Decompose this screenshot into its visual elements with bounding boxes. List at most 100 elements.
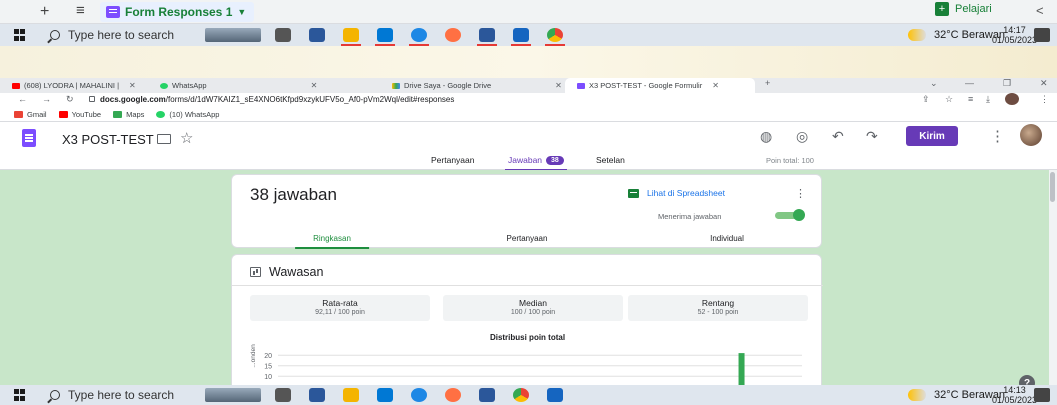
more-vert-icon[interactable]: ⋮ bbox=[990, 127, 1005, 145]
close-icon[interactable]: ✕ bbox=[129, 81, 136, 90]
whatsapp-icon bbox=[156, 110, 166, 118]
tab-search-icon[interactable]: ≡ bbox=[968, 94, 973, 104]
task-view-icon[interactable] bbox=[275, 28, 291, 42]
mail-icon[interactable] bbox=[377, 388, 393, 402]
firefox-icon[interactable] bbox=[445, 388, 461, 402]
bookmark-gmail[interactable]: Gmail bbox=[14, 110, 47, 119]
close-window-icon[interactable]: ✕ bbox=[1040, 78, 1048, 89]
profile-avatar[interactable] bbox=[1005, 93, 1019, 105]
add-sheet-button[interactable]: + bbox=[40, 3, 49, 21]
bookmark-whatsapp[interactable]: (10) WhatsApp bbox=[156, 110, 219, 119]
whatsapp-icon bbox=[160, 82, 168, 89]
sheet-tab-form-responses[interactable]: Form Responses 1 ▼ bbox=[100, 2, 255, 22]
file-explorer-icon[interactable] bbox=[343, 388, 359, 402]
tab-individual[interactable]: Individual bbox=[710, 234, 744, 243]
task-view-icon[interactable] bbox=[275, 388, 291, 402]
all-sheets-button[interactable]: ≡ bbox=[76, 2, 85, 19]
forms-logo-icon[interactable] bbox=[22, 129, 36, 147]
browser-tab[interactable]: WhatsApp ✕ bbox=[148, 78, 317, 93]
insights-chart-icon bbox=[250, 267, 261, 277]
clock[interactable]: 14:17 01/05/2023 bbox=[992, 25, 1037, 45]
firefox-icon[interactable] bbox=[445, 28, 461, 42]
forward-icon[interactable]: → bbox=[42, 94, 51, 104]
download-icon[interactable]: ⤓ bbox=[986, 94, 990, 105]
calculator-icon[interactable] bbox=[309, 388, 325, 402]
bookmark-label: (10) WhatsApp bbox=[169, 109, 220, 119]
share-icon[interactable]: ⇪ bbox=[922, 94, 930, 105]
tab-question[interactable]: Pertanyaan bbox=[507, 234, 548, 243]
file-explorer-icon[interactable] bbox=[341, 28, 361, 46]
learn-label: Pelajari bbox=[955, 3, 992, 15]
more-vert-icon[interactable]: ⋮ bbox=[795, 187, 806, 200]
reload-icon[interactable]: ↻ bbox=[66, 94, 74, 105]
taskbar-search-placeholder: Type here to search bbox=[68, 388, 175, 402]
form-title[interactable]: X3 POST-TEST bbox=[62, 132, 154, 147]
summary-tabs: Ringkasan Pertanyaan Individual bbox=[232, 231, 823, 249]
stat-range: Rentang 52 - 100 poin bbox=[628, 295, 808, 321]
view-in-sheets-label: Lihat di Spreadsheet bbox=[647, 188, 725, 198]
taskbar-search[interactable]: Type here to search bbox=[50, 388, 174, 402]
learn-button[interactable]: + Pelajari bbox=[935, 2, 992, 16]
browser-tab-active[interactable]: X3 POST-TEST - Google Formulir ✕ bbox=[565, 78, 755, 93]
chevron-left-icon[interactable]: < bbox=[1036, 3, 1044, 18]
system-tray: 32°C Berawan bbox=[908, 389, 1005, 401]
bookmark-youtube[interactable]: YouTube bbox=[58, 110, 101, 119]
calculator-icon[interactable] bbox=[309, 28, 325, 42]
tab-responses[interactable]: Jawaban 38 bbox=[505, 155, 567, 171]
tab-settings[interactable]: Setelan bbox=[596, 155, 625, 165]
new-tab-button[interactable]: + bbox=[765, 78, 770, 88]
edge-icon[interactable] bbox=[411, 388, 427, 402]
responses-count-badge: 38 bbox=[546, 155, 564, 165]
browser-tab[interactable]: (608) LYODRA | MAHALINI | ✕ bbox=[0, 78, 136, 93]
notification-icon[interactable] bbox=[1034, 28, 1050, 42]
word-icon[interactable] bbox=[477, 28, 497, 46]
close-icon[interactable]: ✕ bbox=[712, 81, 719, 90]
page-scrollbar[interactable] bbox=[1049, 170, 1057, 385]
tab-questions[interactable]: Pertanyaan bbox=[431, 155, 474, 165]
bookmark-maps[interactable]: Maps bbox=[113, 110, 144, 119]
photos-icon[interactable] bbox=[547, 388, 563, 402]
taskbar-apps bbox=[275, 388, 563, 402]
accepting-responses-toggle[interactable] bbox=[773, 209, 805, 221]
help-button[interactable]: ? bbox=[1019, 375, 1035, 385]
word-icon[interactable] bbox=[479, 388, 495, 402]
avatar[interactable] bbox=[1020, 124, 1042, 146]
folder-icon[interactable] bbox=[157, 134, 171, 144]
bar bbox=[738, 353, 745, 385]
restore-icon[interactable]: ❐ bbox=[1003, 78, 1011, 89]
undo-icon[interactable]: ↶ bbox=[832, 128, 844, 145]
chrome-icon[interactable] bbox=[513, 388, 529, 402]
edge-icon[interactable] bbox=[409, 28, 429, 46]
send-button[interactable]: Kirim bbox=[906, 126, 958, 146]
browser-tab[interactable]: Drive Saya - Google Drive ✕ bbox=[380, 78, 562, 93]
windows-start-icon[interactable] bbox=[14, 29, 26, 41]
search-icon bbox=[50, 390, 60, 400]
insights-heading: Wawasan bbox=[250, 265, 323, 279]
redo-icon[interactable]: ↷ bbox=[866, 128, 878, 145]
star-icon[interactable]: ☆ bbox=[180, 129, 193, 147]
tab-summary[interactable]: Ringkasan bbox=[295, 234, 369, 249]
photos-icon[interactable] bbox=[511, 28, 531, 46]
chevron-down-icon[interactable]: ⌄ bbox=[930, 78, 938, 89]
windows-start-icon[interactable] bbox=[14, 389, 26, 401]
bookmark-star-icon[interactable]: ☆ bbox=[945, 94, 953, 105]
more-vert-icon[interactable]: ⋮ bbox=[1040, 94, 1049, 105]
scrollbar-thumb[interactable] bbox=[1050, 172, 1055, 202]
view-in-sheets-link[interactable]: Lihat di Spreadsheet bbox=[628, 188, 725, 198]
preview-eye-icon[interactable]: ◎ bbox=[796, 128, 808, 145]
minimize-icon[interactable]: — bbox=[965, 78, 974, 88]
notification-icon[interactable] bbox=[1034, 388, 1050, 402]
y-tick-label: 20 bbox=[264, 353, 272, 360]
chrome-icon[interactable] bbox=[545, 28, 565, 46]
back-icon[interactable]: ← bbox=[18, 94, 27, 104]
mail-icon[interactable] bbox=[375, 28, 395, 46]
url-field[interactable]: docs.google.com/forms/d/1dW7KAIZ1_sE4XNO… bbox=[100, 95, 454, 104]
taskbar-bottom: Type here to search 32°C Berawan 14:13 0… bbox=[0, 385, 1057, 405]
taskbar-search[interactable]: Type here to search bbox=[50, 28, 174, 42]
palette-icon[interactable]: ◍ bbox=[760, 128, 772, 145]
close-icon[interactable]: ✕ bbox=[555, 81, 562, 90]
gmail-icon bbox=[14, 110, 23, 118]
responses-count: 38 jawaban bbox=[250, 185, 337, 204]
close-icon[interactable]: ✕ bbox=[311, 81, 318, 90]
clock[interactable]: 14:13 01/05/2023 bbox=[992, 385, 1037, 405]
